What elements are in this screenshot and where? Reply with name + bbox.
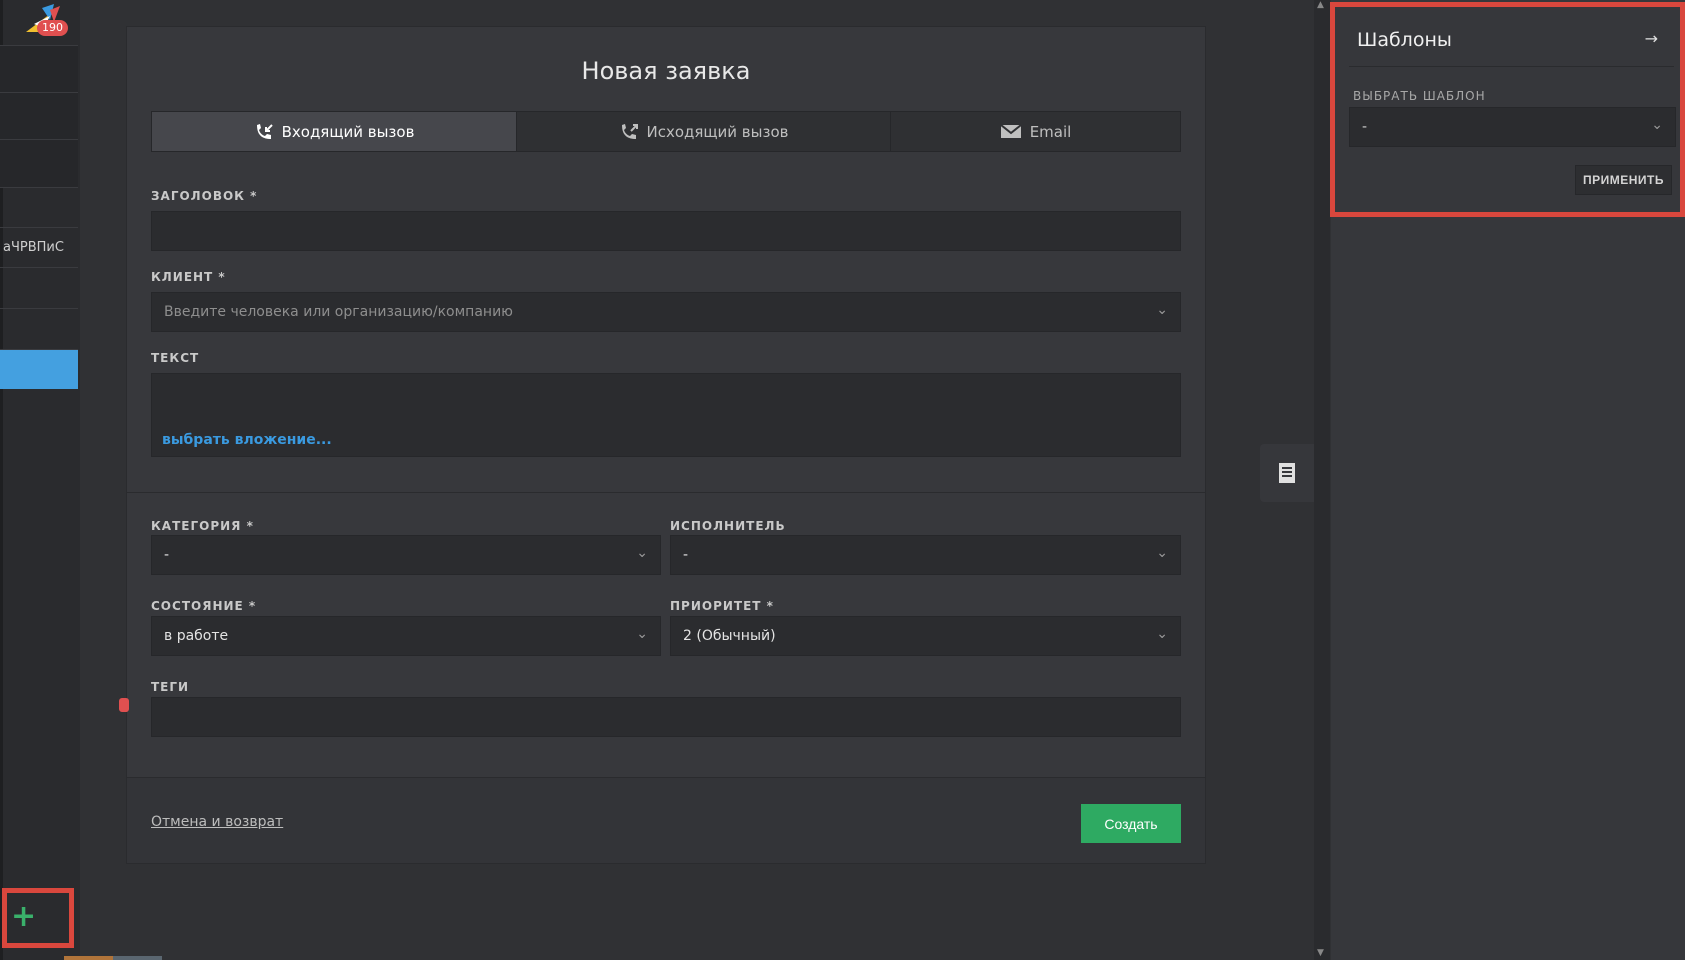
tab-incoming-call[interactable]: Входящий вызов <box>152 112 517 151</box>
assignee-label: ИСПОЛНИТЕЛЬ <box>670 519 786 533</box>
sidebar-item-label: аЧРВПиС <box>3 240 64 255</box>
client-label: КЛИЕНТ * <box>151 270 226 284</box>
section-divider <box>127 492 1205 493</box>
tags-input[interactable] <box>151 697 1181 737</box>
call-type-tabs: Входящий вызов Исходящий вызов Email <box>151 111 1181 152</box>
sidebar-item[interactable] <box>0 309 78 350</box>
tab-label: Входящий вызов <box>281 122 415 141</box>
plus-icon: + <box>11 899 37 934</box>
chevron-down-icon: ⌄ <box>1156 545 1168 561</box>
client-placeholder: Введите человека или организацию/компани… <box>164 304 513 320</box>
sidebar-item-active[interactable] <box>0 350 78 389</box>
incoming-call-icon <box>256 123 273 139</box>
priority-select[interactable]: 2 (Обычный) ⌄ <box>670 616 1181 656</box>
sidebar-item[interactable] <box>0 140 78 188</box>
main-scrollbar[interactable]: ▲ ▼ <box>1314 0 1330 960</box>
tab-outgoing-call[interactable]: Исходящий вызов <box>517 112 891 151</box>
envelope-icon <box>1000 124 1022 138</box>
sidebar-item[interactable] <box>0 93 78 140</box>
templates-divider <box>1349 66 1674 67</box>
chevron-down-icon: ⌄ <box>636 626 648 642</box>
add-button[interactable]: + <box>2 888 74 948</box>
sidebar-item[interactable] <box>0 188 78 228</box>
page-title: Новая заявка <box>581 57 751 85</box>
scroll-down-icon[interactable]: ▼ <box>1317 948 1324 958</box>
scroll-up-icon[interactable]: ▲ <box>1317 0 1324 10</box>
sidebar-item-partial[interactable]: аЧРВПиС <box>0 228 78 268</box>
arrow-right-icon[interactable]: → <box>1645 29 1658 48</box>
form-footer: Отмена и возврат Создать <box>127 777 1205 863</box>
chevron-down-icon: ⌄ <box>1651 117 1663 133</box>
tab-label: Исходящий вызов <box>646 122 789 141</box>
status-label: СОСТОЯНИЕ * <box>151 599 257 613</box>
tag-marker <box>119 698 129 712</box>
outgoing-call-icon <box>621 123 638 139</box>
priority-label: ПРИОРИТЕТ * <box>670 599 774 613</box>
attach-link[interactable]: выбрать вложение... <box>162 432 332 448</box>
assignee-value: - <box>683 547 689 563</box>
chevron-down-icon: ⌄ <box>1156 626 1168 642</box>
title-label: ЗАГОЛОВОК * <box>151 189 258 203</box>
chevron-down-icon: ⌄ <box>636 545 648 561</box>
client-select[interactable]: Введите человека или организацию/компани… <box>151 292 1181 332</box>
template-value: - <box>1362 119 1368 135</box>
templates-panel: Шаблоны → ВЫБРАТЬ ШАБЛОН - ⌄ ПРИМЕНИТЬ <box>1330 2 1685 217</box>
category-value: - <box>164 547 170 563</box>
notification-badge: 190 <box>37 20 68 36</box>
left-sidebar: 190 аЧРВПиС + <box>0 0 80 960</box>
app-root: 190 аЧРВПиС + Новая заявка Входящий вызо… <box>0 0 1685 960</box>
tab-label: Email <box>1029 122 1072 141</box>
tab-email[interactable]: Email <box>891 112 1180 151</box>
priority-value: 2 (Обычный) <box>683 628 776 644</box>
text-area[interactable]: выбрать вложение... <box>151 373 1181 457</box>
category-select[interactable]: - ⌄ <box>151 535 661 575</box>
cancel-link[interactable]: Отмена и возврат <box>151 814 283 830</box>
title-input[interactable] <box>151 211 1181 251</box>
category-label: КАТЕГОРИЯ * <box>151 519 254 533</box>
templates-title: Шаблоны <box>1357 29 1452 51</box>
status-value: в работе <box>164 628 229 644</box>
apply-template-button[interactable]: ПРИМЕНИТЬ <box>1575 165 1672 195</box>
document-icon <box>1279 463 1295 483</box>
taskbar-indicator <box>113 956 162 960</box>
status-select[interactable]: в работе ⌄ <box>151 616 661 656</box>
tags-label: ТЕГИ <box>151 680 190 694</box>
create-button[interactable]: Создать <box>1081 804 1181 843</box>
new-ticket-form: Новая заявка Входящий вызов Исходящий вы… <box>126 26 1206 864</box>
sidebar-item[interactable] <box>0 268 78 309</box>
app-logo[interactable]: 190 <box>0 0 78 46</box>
assignee-select[interactable]: - ⌄ <box>670 535 1181 575</box>
document-panel-toggle[interactable] <box>1260 444 1314 502</box>
chevron-down-icon: ⌄ <box>1156 302 1168 318</box>
template-select-label: ВЫБРАТЬ ШАБЛОН <box>1353 89 1486 103</box>
text-label: ТЕКСТ <box>151 351 200 365</box>
sidebar-item[interactable] <box>0 46 78 93</box>
template-select[interactable]: - ⌄ <box>1349 107 1676 147</box>
